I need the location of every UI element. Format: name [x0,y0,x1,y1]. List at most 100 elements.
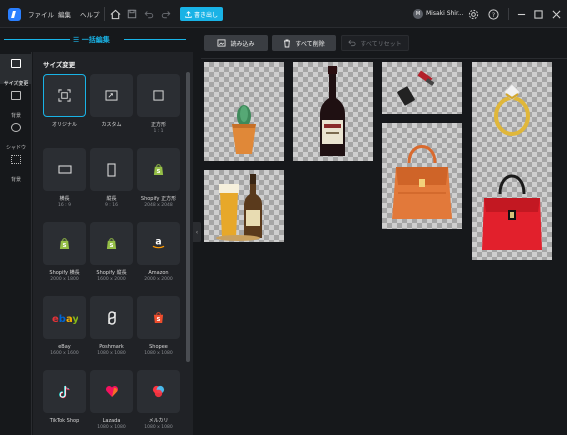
background-icon [11,91,21,100]
shopify-icon: S [59,238,70,249]
preset-tiktok[interactable]: TikTok Shop [43,370,86,425]
panel-title: ☰ 一括編集 [73,35,110,45]
header-divider-left [4,39,70,40]
preset-amazon[interactable]: a Amazon 2000 x 2000 [137,222,180,283]
preset-label: Shopify 縦長 [96,270,127,276]
image-thumb-wine-bottle[interactable] [293,62,373,161]
batch-edit-icon: ☰ [73,36,80,44]
help-icon[interactable]: ? [485,6,501,22]
save-icon[interactable] [124,6,140,22]
reset-all-button[interactable]: すべてリセット [341,35,409,51]
chevron-left-icon: ‹ [195,228,199,236]
preset-shopify-square[interactable]: S Shopify 正方形 2048 x 2048 [137,148,180,209]
settings-icon[interactable] [465,6,481,22]
export-button[interactable]: 書き出し [180,7,223,21]
image-thumb-cactus[interactable] [204,62,284,161]
svg-text:?: ? [491,10,494,18]
shadow-icon [11,123,21,132]
load-button[interactable]: 読み込み [204,35,268,51]
preset-original[interactable]: オリジナル [43,74,86,129]
svg-text:S: S [157,317,161,323]
original-icon [58,89,71,102]
preset-mercari[interactable]: メルカリ 1080 x 1080 [137,370,180,431]
preset-poshmark[interactable]: Poshmark 1080 x 1080 [90,296,133,357]
image-thumb-orange-handbag[interactable] [382,123,462,229]
preset-shopee[interactable]: S Shopee 1080 x 1080 [137,296,180,357]
preset-shopify-portrait[interactable]: S Shopify 縦長 1600 x 2000 [90,222,133,283]
resize-panel: サイズ変更 オリジナル カスタム 正方形 1 : 1 横長 16 : 9 縦長 … [33,52,193,435]
svg-text:S: S [110,243,114,249]
preset-portrait[interactable]: 縦長 9 : 16 [90,148,133,209]
preset-size: 1 : 1 [153,128,164,134]
undo-icon[interactable] [141,6,157,22]
preset-size: 2048 x 2048 [144,202,173,208]
menu-help[interactable]: ヘルプ [80,9,100,19]
preset-box: S [137,148,180,191]
poshmark-icon [107,310,116,325]
preset-square[interactable]: 正方形 1 : 1 [137,74,180,135]
import-icon [217,39,226,47]
rail-item-background-pattern[interactable]: 背景 [0,150,32,183]
preset-landscape[interactable]: 横長 16 : 9 [43,148,86,209]
menu-file[interactable]: ファイル [28,9,54,19]
preset-size: 2000 x 2000 [144,276,173,282]
preset-size: 9 : 16 [105,202,118,208]
mercari-icon [152,385,165,398]
shopify-icon: S [153,164,164,175]
collapse-panel-handle[interactable]: ‹ [193,222,201,242]
preset-box: S [90,222,133,265]
rail-item-shadow[interactable]: シャドウ [0,118,32,151]
panel-scrollbar[interactable] [186,72,190,362]
minimize-icon[interactable] [513,6,529,22]
tool-rail: サイズ変更 背景 シャドウ 背景 [0,52,32,435]
panel-header: ☰ 一括編集 [0,28,193,52]
delete-all-button[interactable]: すべて削除 [272,35,336,51]
orange-handbag-image [392,145,452,219]
preset-size: 1600 x 1600 [50,350,79,356]
resize-icon [11,59,21,68]
preset-label: オリジナル [51,122,77,128]
avatar[interactable]: M [413,9,423,19]
tiktok-icon [58,385,70,398]
user-name[interactable]: Misaki Shir... [426,10,464,17]
section-title: サイズ変更 [43,61,76,69]
amazon-icon: a [152,237,165,249]
menu-edit[interactable]: 編集 [58,9,71,19]
preset-box [90,74,133,117]
delete-all-label: すべて削除 [295,40,325,48]
preset-custom[interactable]: カスタム [90,74,133,129]
rail-item-resize[interactable]: サイズ変更 [0,54,32,87]
maximize-icon[interactable] [530,6,546,22]
preset-size: 1080 x 1080 [97,424,126,430]
export-label: 書き出し [193,11,218,19]
preset-size: 16 : 9 [58,202,71,208]
preset-box [43,370,86,413]
custom-icon [105,90,118,101]
lipstick-image [397,70,435,106]
beer-image [216,174,262,241]
home-icon[interactable] [107,6,123,22]
app-logo [8,8,21,21]
preset-lazada[interactable]: Lazada 1080 x 1080 [90,370,133,431]
cactus-image [232,105,256,154]
preset-size: 2000 x 1800 [50,276,79,282]
actions-divider [201,58,567,59]
preset-box: S [137,296,180,339]
image-thumb-beer[interactable] [204,170,284,242]
rail-item-background[interactable]: 背景 [0,86,32,119]
reset-all-label: すべてリセット [360,40,402,48]
window-controls-divider [508,8,509,20]
image-workspace: 読み込み すべて削除 すべてリセット [201,28,567,435]
preset-size: 1080 x 1080 [144,350,173,356]
redo-icon[interactable] [158,6,174,22]
preset-shopify-landscape[interactable]: S Shopify 横長 2000 x 1800 [43,222,86,283]
image-thumb-red-handbag[interactable] [472,152,552,260]
preset-ebay[interactable]: ebay eBay 1600 x 1600 [43,296,86,357]
preset-size: 1080 x 1080 [97,350,126,356]
diamond-ring-image [494,83,530,136]
background-pattern-icon [11,155,21,164]
image-thumb-diamond-ring[interactable] [472,62,552,161]
image-thumb-lipstick[interactable] [382,62,462,114]
close-icon[interactable] [548,6,564,22]
svg-text:S: S [63,243,67,249]
